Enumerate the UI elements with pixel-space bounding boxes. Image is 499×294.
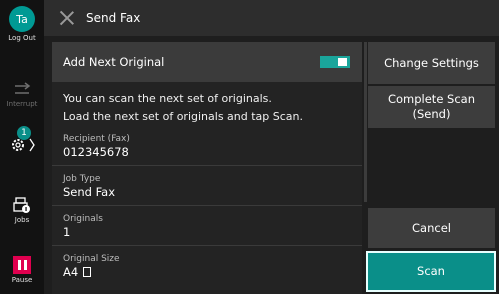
logout-label: Log Out: [8, 34, 36, 42]
portrait-page-icon: [83, 267, 92, 277]
scrollbar[interactable]: [364, 42, 367, 202]
originals-field: Originals 1: [52, 213, 362, 240]
divider: [52, 205, 362, 206]
interrupt-icon: [15, 82, 31, 94]
page-title: Send Fax: [86, 11, 141, 25]
recipient-field: Recipient (Fax) 012345678: [52, 133, 362, 160]
jobs-label: Jobs: [14, 216, 30, 224]
sidebar: Ta Log Out Interrupt 1 Jobs Pause: [0, 0, 44, 294]
message-line-1: You can scan the next set of originals.: [63, 92, 272, 105]
main-panel: Add Next Original You can scan the next …: [52, 42, 362, 294]
jobs-icon: [13, 197, 30, 213]
complete-scan-label-line2: (Send): [412, 107, 451, 121]
add-next-original-toggle[interactable]: [320, 56, 350, 68]
settings-menu-button[interactable]: 1: [0, 126, 44, 158]
divider: [52, 245, 362, 246]
notification-badge: 1: [17, 126, 31, 140]
interrupt-button[interactable]: Interrupt: [0, 82, 44, 108]
close-icon[interactable]: [58, 9, 76, 27]
pause-label: Pause: [11, 276, 33, 284]
field-label: Job Type: [63, 174, 101, 184]
field-value: 1: [63, 225, 71, 239]
field-label: Originals: [63, 214, 103, 224]
instruction-message: You can scan the next set of originals. …: [52, 82, 362, 126]
job-type-field: Job Type Send Fax: [52, 173, 362, 200]
header-bar: Send Fax: [44, 0, 499, 36]
change-settings-button[interactable]: Change Settings: [368, 42, 495, 84]
divider: [52, 165, 362, 166]
logout-button[interactable]: Ta Log Out: [0, 6, 44, 42]
field-label: Original Size: [63, 254, 120, 264]
add-next-original-label: Add Next Original: [63, 55, 165, 69]
settings-icon-wrap: 1: [7, 126, 37, 158]
message-line-2: Load the next set of originals and tap S…: [63, 110, 304, 123]
avatar: Ta: [9, 6, 35, 32]
original-size-field: Original Size A4: [52, 253, 362, 280]
interrupt-label: Interrupt: [6, 100, 38, 108]
field-value: Send Fax: [63, 185, 116, 199]
scan-button[interactable]: Scan: [366, 251, 496, 292]
toggle-knob: [338, 58, 347, 66]
pause-icon: [13, 256, 31, 274]
field-value-row: A4: [63, 265, 351, 280]
field-label: Recipient (Fax): [63, 134, 130, 144]
complete-scan-button[interactable]: Complete Scan (Send): [368, 86, 495, 128]
add-next-original-row[interactable]: Add Next Original: [52, 42, 362, 82]
field-value: A4: [63, 265, 79, 279]
jobs-button[interactable]: Jobs: [0, 196, 44, 224]
field-value: 012345678: [63, 145, 129, 159]
cancel-button[interactable]: Cancel: [368, 208, 495, 248]
pause-button[interactable]: Pause: [0, 256, 44, 284]
complete-scan-label-line1: Complete Scan: [387, 92, 476, 106]
